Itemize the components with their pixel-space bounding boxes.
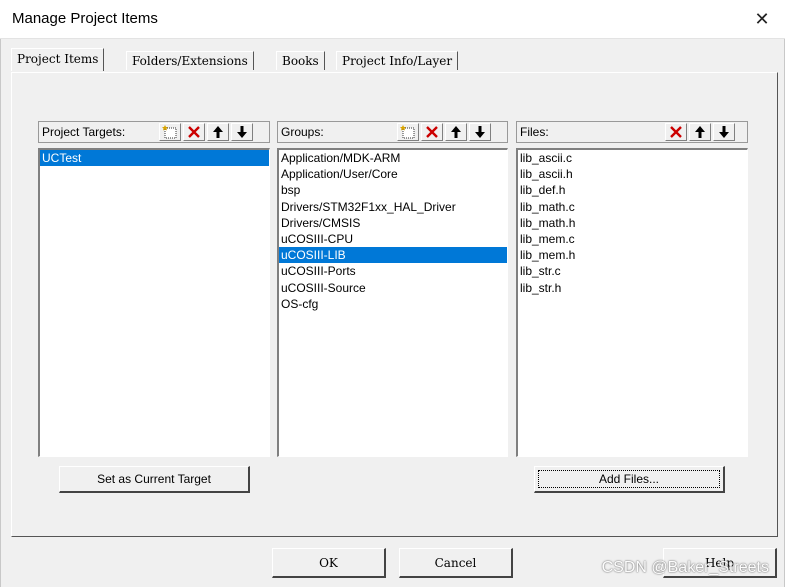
arrow-up-icon xyxy=(695,126,705,138)
new-item-icon xyxy=(400,125,415,139)
close-button[interactable]: ✕ xyxy=(739,0,785,38)
tab-books[interactable]: Books xyxy=(276,51,325,70)
cancel-button[interactable]: Cancel xyxy=(399,548,513,578)
list-item-group[interactable]: Drivers/CMSIS xyxy=(279,215,507,231)
list-item-file[interactable]: lib_def.h xyxy=(518,182,747,198)
files-label: Files: xyxy=(520,125,549,139)
new-item-icon xyxy=(162,125,177,139)
targets-label: Project Targets: xyxy=(42,125,126,139)
delete-file-button[interactable] xyxy=(665,123,687,141)
groups-header: Groups: xyxy=(277,121,508,143)
list-item-group[interactable]: uCOSIII-CPU xyxy=(279,231,507,247)
arrow-down-icon xyxy=(237,126,247,138)
list-item-file[interactable]: lib_ascii.h xyxy=(518,166,747,182)
arrow-down-icon xyxy=(475,126,485,138)
help-button[interactable]: Help xyxy=(663,548,777,578)
tab-project-items[interactable]: Project Items xyxy=(11,48,105,71)
files-list[interactable]: lib_ascii.c lib_ascii.h lib_def.h lib_ma… xyxy=(516,148,748,457)
delete-icon xyxy=(426,126,438,138)
groups-list[interactable]: Application/MDK-ARM Application/User/Cor… xyxy=(277,148,508,457)
add-files-label: Add Files... xyxy=(598,472,660,486)
targets-list[interactable]: UCTest xyxy=(38,148,270,457)
list-item-file[interactable]: lib_str.h xyxy=(518,280,747,296)
groups-label: Groups: xyxy=(281,125,324,139)
list-item-file[interactable]: lib_mem.h xyxy=(518,247,747,263)
window-title: Manage Project Items xyxy=(12,10,158,27)
list-item-group[interactable]: uCOSIII-Ports xyxy=(279,263,507,279)
list-item-file[interactable]: lib_math.c xyxy=(518,199,747,215)
arrow-up-icon xyxy=(451,126,461,138)
list-item-group[interactable]: uCOSIII-Source xyxy=(279,280,507,296)
list-item-group[interactable]: Application/MDK-ARM xyxy=(279,150,507,166)
ok-button[interactable]: OK xyxy=(272,548,386,578)
list-item-group[interactable]: OS-cfg xyxy=(279,296,507,312)
delete-icon xyxy=(188,126,200,138)
move-file-down-button[interactable] xyxy=(713,123,735,141)
delete-icon xyxy=(670,126,682,138)
move-group-down-button[interactable] xyxy=(469,123,491,141)
dialog-body: Project Items Folders/Extensions Books P… xyxy=(0,39,785,587)
list-item-group[interactable]: bsp xyxy=(279,182,507,198)
delete-target-button[interactable] xyxy=(183,123,205,141)
list-item-group[interactable]: uCOSIII-LIB xyxy=(279,247,507,264)
list-item-group[interactable]: Application/User/Core xyxy=(279,166,507,182)
move-target-up-button[interactable] xyxy=(207,123,229,141)
arrow-down-icon xyxy=(719,126,729,138)
close-icon: ✕ xyxy=(754,8,770,29)
move-file-up-button[interactable] xyxy=(689,123,711,141)
add-files-button[interactable]: Add Files... xyxy=(534,466,725,493)
tab-panel: Project Targets: UCTest Groups: Applicat… xyxy=(11,72,778,537)
tab-folders-extensions[interactable]: Folders/Extensions xyxy=(126,51,254,70)
tab-project-info-layer[interactable]: Project Info/Layer xyxy=(336,51,459,70)
list-item-file[interactable]: lib_str.c xyxy=(518,263,747,279)
list-item-file[interactable]: lib_mem.c xyxy=(518,231,747,247)
new-group-button[interactable] xyxy=(397,123,419,141)
list-item-file[interactable]: lib_math.h xyxy=(518,215,747,231)
list-item-file[interactable]: lib_ascii.c xyxy=(518,150,747,166)
new-target-button[interactable] xyxy=(159,123,181,141)
list-item-target[interactable]: UCTest xyxy=(40,150,269,167)
files-header: Files: xyxy=(516,121,748,143)
list-item-group[interactable]: Drivers/STM32F1xx_HAL_Driver xyxy=(279,199,507,215)
targets-header: Project Targets: xyxy=(38,121,270,143)
move-target-down-button[interactable] xyxy=(231,123,253,141)
set-current-target-button[interactable]: Set as Current Target xyxy=(59,466,250,493)
arrow-up-icon xyxy=(213,126,223,138)
title-bar: Manage Project Items ✕ xyxy=(0,0,785,39)
delete-group-button[interactable] xyxy=(421,123,443,141)
move-group-up-button[interactable] xyxy=(445,123,467,141)
